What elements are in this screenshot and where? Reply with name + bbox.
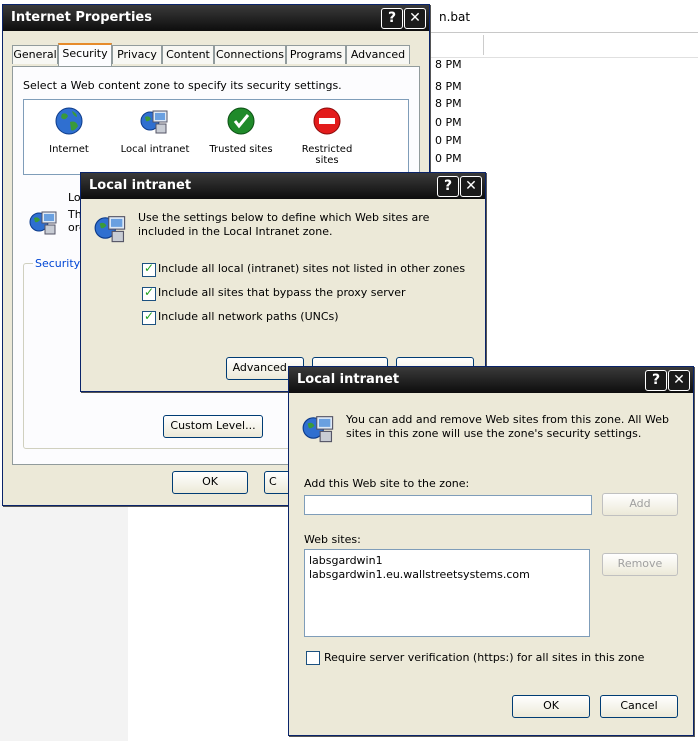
modified-time: 8 PM xyxy=(435,80,462,93)
local-intranet-sites-dialog: Local intranet ? ✕ You can add and remov… xyxy=(288,366,694,736)
zone-trusted-sites[interactable]: Trusted sites xyxy=(206,106,276,155)
ok-button[interactable]: OK xyxy=(172,471,248,494)
zone-prompt: Select a Web content zone to specify its… xyxy=(23,79,342,92)
globe-icon xyxy=(55,107,83,135)
include-network-paths-checkbox[interactable] xyxy=(142,309,156,325)
close-button[interactable]: ✕ xyxy=(460,176,482,197)
zone-internet[interactable]: Internet xyxy=(34,106,104,155)
title-bar: Internet Properties ? ✕ xyxy=(3,5,429,31)
dialog-description: Use the settings below to define which W… xyxy=(138,211,430,238)
explorer-column-header xyxy=(415,33,698,58)
modified-time: 0 PM xyxy=(435,116,462,129)
modified-time: 8 PM xyxy=(435,97,462,110)
require-verification-checkbox[interactable] xyxy=(306,651,320,665)
help-button[interactable]: ? xyxy=(645,370,667,391)
explorer-address-bar: n.bat xyxy=(415,0,698,33)
zone-restricted-sites[interactable]: Restricted sites xyxy=(292,106,362,166)
help-button[interactable]: ? xyxy=(381,8,403,29)
title-bar: Local intranet ? ✕ xyxy=(81,173,485,199)
tab-security[interactable]: Security xyxy=(58,43,112,66)
checkbox-label: Include all network paths (UNCs) xyxy=(158,310,339,323)
help-button[interactable]: ? xyxy=(437,176,459,197)
include-bypass-proxy-checkbox[interactable] xyxy=(142,285,156,301)
list-item[interactable]: labsgardwin1.eu.wallstreetsystems.com xyxy=(309,568,530,581)
security-level-label: Security xyxy=(33,257,83,270)
dialog-title: Local intranet xyxy=(297,372,400,387)
dialog-title: Local intranet xyxy=(89,178,192,193)
zone-list: Internet Local intranet Trusted sites Re… xyxy=(23,99,409,175)
websites-list[interactable]: labsgardwin1 labsgardwin1.eu.wallstreets… xyxy=(304,549,590,637)
checkbox-label: Include all local (intranet) sites not l… xyxy=(158,262,466,275)
file-name-fragment: n.bat xyxy=(439,10,471,24)
add-site-label: Add this Web site to the zone: xyxy=(304,477,470,490)
network-computer-icon xyxy=(140,110,168,134)
local-intranet-options-dialog: Local intranet ? ✕ Use the settings belo… xyxy=(80,172,486,392)
network-computer-icon xyxy=(29,211,57,235)
tab-general[interactable]: General xyxy=(12,45,58,64)
tab-advanced[interactable]: Advanced xyxy=(346,45,410,64)
zone-title-partial: Lo xyxy=(68,191,81,204)
checkbox-label: Include all sites that bypass the proxy … xyxy=(158,286,406,299)
list-item[interactable]: labsgardwin1 xyxy=(309,554,383,567)
modified-time: 0 PM xyxy=(435,134,462,147)
remove-button[interactable]: Remove xyxy=(602,553,678,576)
add-button[interactable]: Add xyxy=(602,493,678,516)
zone-local-intranet[interactable]: Local intranet xyxy=(120,106,190,155)
tab-privacy[interactable]: Privacy xyxy=(112,45,162,64)
zone-label: Internet xyxy=(49,144,89,155)
modified-time: 0 PM xyxy=(435,152,462,165)
close-button[interactable]: ✕ xyxy=(404,8,426,29)
include-local-sites-checkbox[interactable] xyxy=(142,261,156,277)
background-panel xyxy=(0,500,128,741)
title-bar: Local intranet ? ✕ xyxy=(289,367,693,393)
zone-label: Trusted sites xyxy=(209,144,273,155)
websites-label: Web sites: xyxy=(304,533,361,546)
dialog-description: You can add and remove Web sites from th… xyxy=(346,413,669,440)
no-entry-icon xyxy=(313,107,341,135)
checkbox-label: Require server verification (https:) for… xyxy=(324,651,645,664)
tab-programs[interactable]: Programs xyxy=(286,45,346,64)
network-computer-icon xyxy=(94,216,126,243)
zone-label: Restricted sites xyxy=(301,144,353,166)
modified-time: 8 PM xyxy=(435,58,462,71)
tab-content[interactable]: Content xyxy=(162,45,214,64)
zone-label: Local intranet xyxy=(120,144,190,155)
check-icon xyxy=(227,107,255,135)
custom-level-button[interactable]: Custom Level... xyxy=(163,415,263,438)
ok-button[interactable]: OK xyxy=(512,695,590,718)
add-site-input[interactable] xyxy=(304,495,592,515)
cancel-button[interactable]: Cancel xyxy=(600,695,678,718)
network-computer-icon xyxy=(302,416,334,443)
close-button[interactable]: ✕ xyxy=(668,370,690,391)
tab-connections[interactable]: Connections xyxy=(214,45,286,64)
window-title: Internet Properties xyxy=(11,10,152,25)
